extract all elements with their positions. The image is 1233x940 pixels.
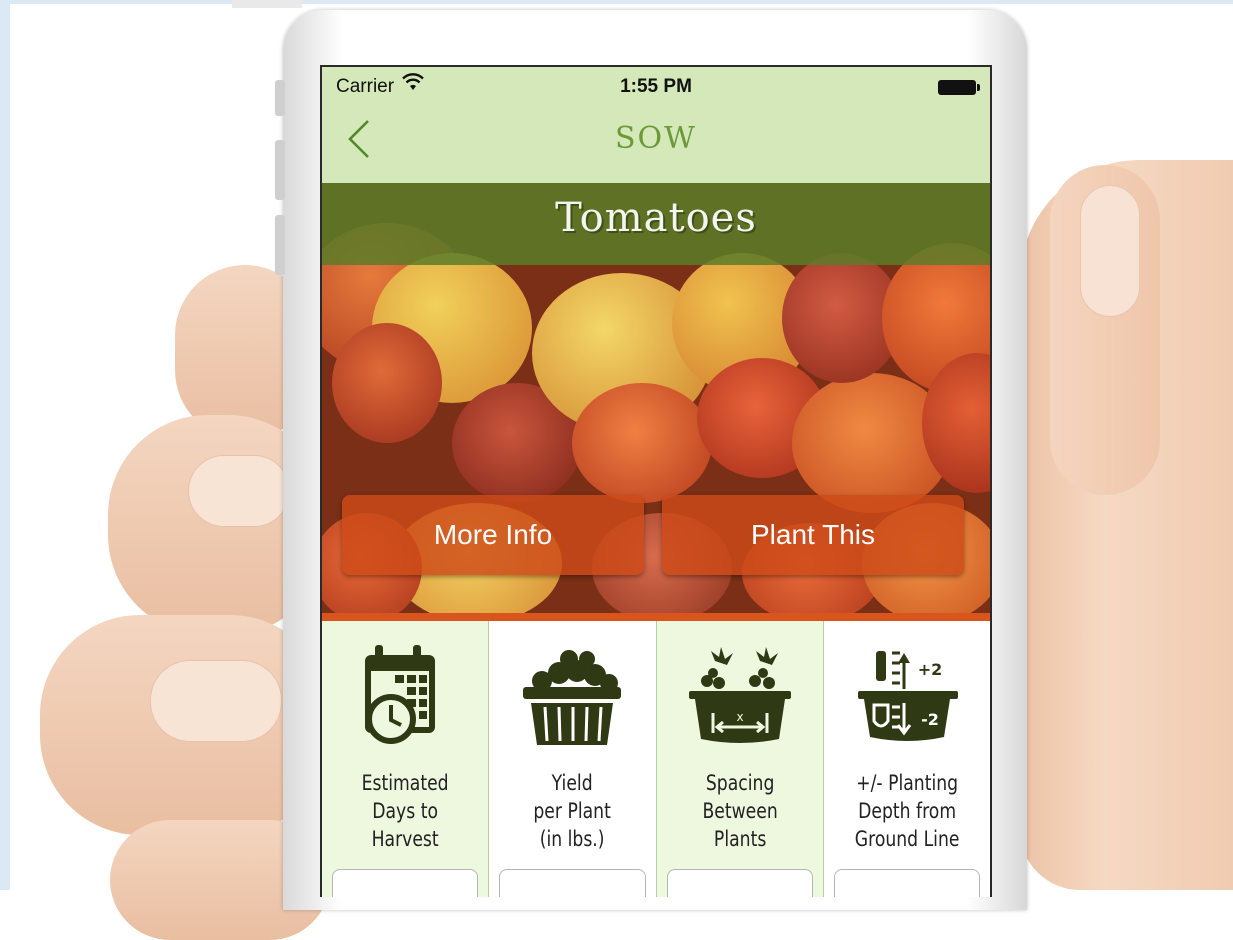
- plant-name: Tomatoes: [555, 195, 757, 241]
- stat-label: Spacing Between Plants: [671, 769, 807, 853]
- stat-label-line: Harvest: [371, 827, 439, 851]
- app-title: SOW: [615, 121, 697, 156]
- stat-label: Estimated Days to Harvest: [337, 769, 473, 853]
- stat-value-box[interactable]: [499, 869, 646, 897]
- stat-label-line: Spacing: [705, 771, 774, 795]
- stat-label-line: Between: [701, 799, 778, 823]
- accent-divider: [322, 613, 990, 621]
- stat-label-line: per Plant: [533, 799, 612, 823]
- stat-label-line: Yield: [551, 771, 593, 795]
- stat-label-line: Depth from: [857, 799, 956, 823]
- stat-label-line: Ground Line: [854, 827, 960, 851]
- stat-label: +/- Planting Depth from Ground Line: [839, 769, 975, 853]
- frame-top-border: [10, 0, 1233, 10]
- depth-icon: +2 -2: [857, 651, 958, 741]
- stat-label-line: Estimated: [361, 771, 449, 795]
- calendar-clock-icon: [365, 645, 436, 744]
- depth-minus-mark: -2: [921, 710, 939, 729]
- basket-icon: [523, 650, 622, 745]
- frame-left-border: [0, 0, 10, 890]
- battery-icon: [938, 80, 980, 95]
- spacing-icon-mark: x: [736, 710, 743, 724]
- status-time: 1:55 PM: [620, 76, 692, 97]
- stat-tile-spacing[interactable]: x Spacing Between Plants: [656, 621, 824, 897]
- finger-nail: [188, 455, 290, 527]
- status-bar: Carrier 1:55 PM: [322, 67, 990, 103]
- stat-tile-planting-depth[interactable]: +2 -2 +/- Planting Depth from Ground Lin…: [823, 621, 990, 897]
- depth-plus-mark: +2: [918, 660, 943, 679]
- finger-nail: [150, 660, 282, 742]
- plant-hero-image: Tomatoes More Info Plant This: [322, 183, 990, 613]
- stat-tile-days-to-harvest[interactable]: Estimated Days to Harvest: [322, 621, 490, 897]
- stat-value-box[interactable]: [332, 869, 479, 897]
- hand-thumb: [1050, 165, 1160, 495]
- plant-this-button[interactable]: Plant This: [662, 495, 964, 575]
- stat-label-line: Plants: [713, 827, 766, 851]
- stat-value-box[interactable]: [666, 869, 813, 897]
- tomato-shape: [572, 383, 712, 503]
- thumb-nail: [1080, 185, 1140, 317]
- tomato-shape: [332, 323, 442, 443]
- stat-value-box[interactable]: [833, 869, 980, 897]
- more-info-button[interactable]: More Info: [342, 495, 644, 575]
- phone-volume-up: [275, 140, 285, 200]
- nav-bar: SOW: [322, 103, 990, 183]
- plant-stats-grid: Estimated Days to Harvest Yield per Plan…: [322, 621, 990, 897]
- stat-label-line: (in lbs.): [539, 827, 605, 851]
- app-screen: Carrier 1:55 PM SOW Tomatoes More Info P…: [320, 65, 992, 897]
- plant-name-banner: Tomatoes: [322, 183, 990, 265]
- phone-mute-switch: [275, 80, 285, 116]
- stat-label-line: Days to: [372, 799, 438, 823]
- stat-label-line: +/- Planting: [855, 771, 958, 795]
- spacing-icon: x: [688, 647, 791, 743]
- stat-tile-yield-per-plant[interactable]: Yield per Plant (in lbs.): [489, 621, 657, 897]
- frame-tab: [232, 0, 302, 8]
- stat-label: Yield per Plant (in lbs.): [504, 769, 640, 853]
- phone-volume-down: [275, 215, 285, 275]
